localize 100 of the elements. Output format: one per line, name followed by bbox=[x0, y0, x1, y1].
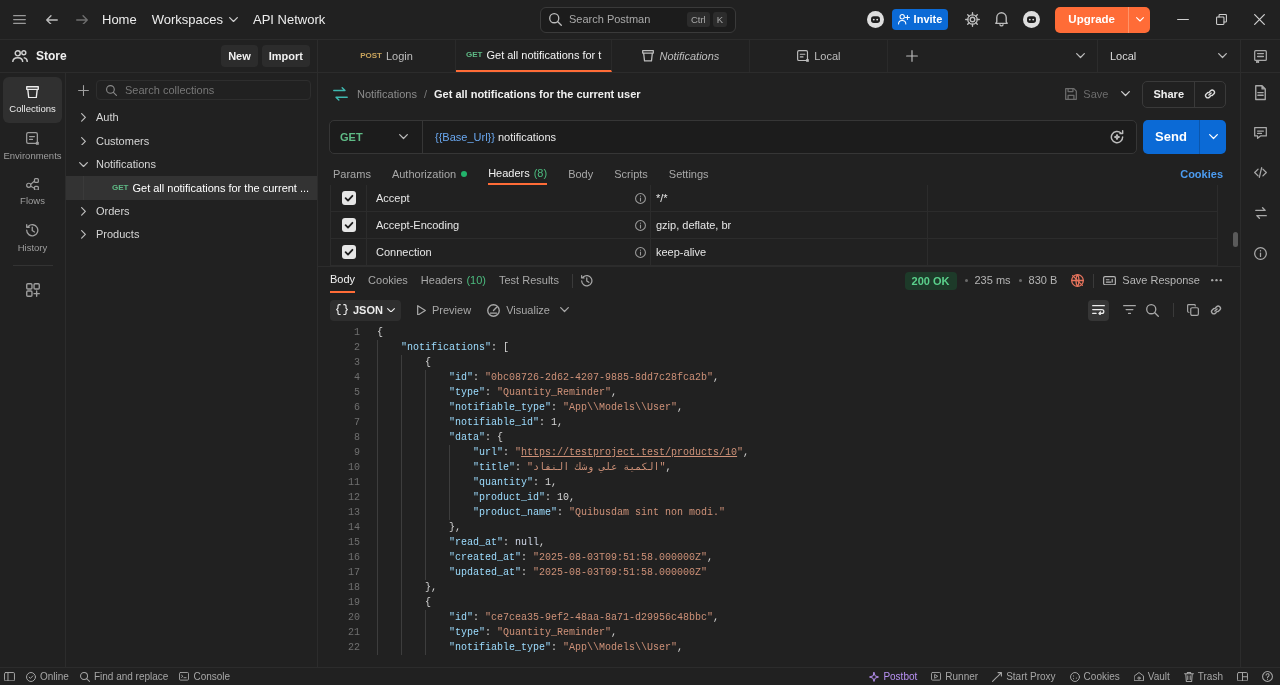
globe-slash-icon[interactable] bbox=[1071, 274, 1085, 287]
new-button[interactable]: New bbox=[221, 45, 258, 67]
refresh-icon[interactable] bbox=[1110, 130, 1124, 144]
line-number: 16 bbox=[348, 551, 360, 565]
cookies-button[interactable]: Cookies bbox=[1069, 669, 1120, 684]
menu-icon[interactable] bbox=[13, 14, 26, 25]
format-dropdown[interactable]: JSON bbox=[330, 299, 401, 321]
wrap-lines-button[interactable] bbox=[1088, 299, 1109, 321]
cookies-link[interactable]: Cookies bbox=[1180, 165, 1223, 183]
scrollbar-thumb[interactable] bbox=[1233, 232, 1238, 247]
editor-tab[interactable]: POST Login bbox=[318, 40, 456, 72]
info-icon[interactable] bbox=[635, 192, 646, 204]
close-icon[interactable] bbox=[1254, 14, 1265, 25]
find-replace-button[interactable]: Find and replace bbox=[79, 669, 169, 684]
view-button[interactable]: Visualize bbox=[487, 301, 550, 319]
forward-arrow-icon[interactable] bbox=[76, 14, 88, 25]
robot-avatar-icon[interactable] bbox=[866, 11, 884, 28]
sidebar-item[interactable]: Collections bbox=[3, 77, 62, 123]
settings-icon[interactable] bbox=[965, 12, 981, 27]
request-tab[interactable]: Scripts bbox=[614, 163, 648, 185]
swap-arrows-icon[interactable] bbox=[1254, 207, 1267, 219]
request-tab[interactable]: Params bbox=[333, 163, 371, 185]
nav-link[interactable]: Home bbox=[102, 9, 137, 30]
invite-button[interactable]: Invite bbox=[891, 9, 949, 30]
sidebar-toggle-icon[interactable] bbox=[4, 671, 15, 682]
header-checkbox[interactable] bbox=[341, 245, 356, 259]
filter-icon[interactable] bbox=[1123, 305, 1136, 315]
runner-button[interactable]: Runner bbox=[931, 669, 979, 684]
request-tab[interactable]: Authorization bbox=[391, 163, 468, 185]
tree-item[interactable]: GET Get all notifications for the current ... bbox=[66, 176, 317, 200]
link-icon[interactable] bbox=[1204, 88, 1216, 100]
sidebar-item[interactable]: Flows bbox=[3, 169, 62, 215]
editor-tab[interactable]: GET Get all notifications for t bbox=[456, 40, 613, 72]
info-icon[interactable] bbox=[635, 219, 646, 231]
chevron-down-icon[interactable] bbox=[559, 307, 569, 313]
info-icon[interactable] bbox=[635, 246, 646, 258]
tree-item[interactable]: Auth bbox=[66, 106, 317, 130]
add-grid-icon[interactable] bbox=[25, 283, 40, 297]
vault-button[interactable]: Vault bbox=[1133, 669, 1170, 684]
copy-icon[interactable] bbox=[1187, 304, 1199, 316]
request-tab[interactable]: Headers (8) bbox=[488, 163, 548, 185]
line-number: 12 bbox=[348, 491, 360, 505]
start-proxy-button[interactable]: Start Proxy bbox=[992, 669, 1056, 684]
chevron-down-icon[interactable] bbox=[1121, 91, 1131, 97]
line-number: 11 bbox=[348, 476, 360, 490]
two-pane-icon[interactable] bbox=[1237, 671, 1248, 682]
response-tab[interactable]: Cookies bbox=[368, 268, 408, 293]
send-button[interactable]: Send bbox=[1143, 120, 1199, 154]
response-tab[interactable]: Headers (10) bbox=[420, 268, 486, 293]
code-link[interactable]: https://testproject.test/products/10 bbox=[521, 447, 738, 458]
bell-icon[interactable] bbox=[995, 12, 1009, 27]
history-icon[interactable] bbox=[580, 274, 593, 287]
chevron-down-icon[interactable] bbox=[1076, 53, 1085, 59]
back-arrow-icon[interactable] bbox=[46, 14, 58, 25]
view-button[interactable]: Preview bbox=[417, 301, 472, 319]
response-tab[interactable]: Test Results bbox=[498, 268, 559, 293]
editor-tab[interactable]: Local bbox=[750, 40, 889, 72]
response-tab[interactable]: Body bbox=[330, 268, 356, 293]
tree-item[interactable]: Products bbox=[66, 222, 317, 247]
restore-icon[interactable] bbox=[1216, 14, 1227, 25]
more-options-icon[interactable] bbox=[1211, 279, 1222, 282]
import-button[interactable]: Import bbox=[261, 45, 310, 67]
console-button[interactable]: Console bbox=[179, 669, 231, 684]
environment-dropdown[interactable]: Local bbox=[1097, 40, 1240, 72]
request-tab[interactable]: Settings bbox=[668, 163, 709, 185]
minimize-icon[interactable] bbox=[1177, 18, 1189, 21]
link-icon[interactable] bbox=[1210, 304, 1222, 316]
sidebar-item[interactable]: Environments bbox=[3, 123, 62, 169]
upgrade-options-button[interactable] bbox=[1128, 6, 1150, 33]
send-options-button[interactable] bbox=[1199, 120, 1226, 154]
search-collections-field[interactable]: Search collections bbox=[96, 80, 311, 100]
share-button[interactable]: Share bbox=[1143, 81, 1195, 107]
tree-item[interactable]: Orders bbox=[66, 199, 317, 223]
tree-item[interactable]: Customers bbox=[66, 129, 317, 153]
search-field[interactable]: Search Postman Ctrl K bbox=[540, 6, 736, 33]
url-field[interactable]: {{Base_Url}} notifications bbox=[423, 128, 1110, 146]
header-checkbox[interactable] bbox=[341, 218, 356, 232]
request-tab[interactable]: Body bbox=[568, 163, 594, 185]
online-status[interactable]: Online bbox=[26, 669, 69, 684]
comment-icon[interactable] bbox=[1254, 127, 1267, 139]
method-dropdown[interactable]: GET bbox=[330, 121, 423, 153]
postbot-button[interactable]: Postbot bbox=[869, 669, 918, 684]
trash-button[interactable]: Trash bbox=[1183, 669, 1223, 684]
plus-icon[interactable] bbox=[78, 84, 89, 96]
document-icon[interactable] bbox=[1255, 85, 1266, 101]
code-icon[interactable] bbox=[1254, 167, 1267, 179]
header-checkbox[interactable] bbox=[341, 191, 356, 205]
workspaces-dropdown[interactable]: Workspaces bbox=[151, 9, 238, 30]
search-icon[interactable] bbox=[1146, 303, 1159, 317]
breadcrumb-link[interactable]: Notifications bbox=[357, 85, 417, 103]
plus-icon[interactable] bbox=[906, 50, 919, 62]
help-icon[interactable] bbox=[1262, 671, 1273, 682]
nav-link[interactable]: API Network bbox=[253, 9, 326, 30]
robot-avatar-icon[interactable] bbox=[1023, 11, 1041, 28]
tree-item[interactable]: Notifications bbox=[66, 152, 317, 177]
save-response-button[interactable]: Save Response bbox=[1103, 272, 1200, 289]
sidebar-item[interactable]: History bbox=[3, 215, 62, 261]
list-box-icon[interactable] bbox=[1254, 49, 1267, 63]
editor-tab[interactable]: Notifications bbox=[612, 40, 751, 72]
info-icon[interactable] bbox=[1254, 246, 1267, 260]
